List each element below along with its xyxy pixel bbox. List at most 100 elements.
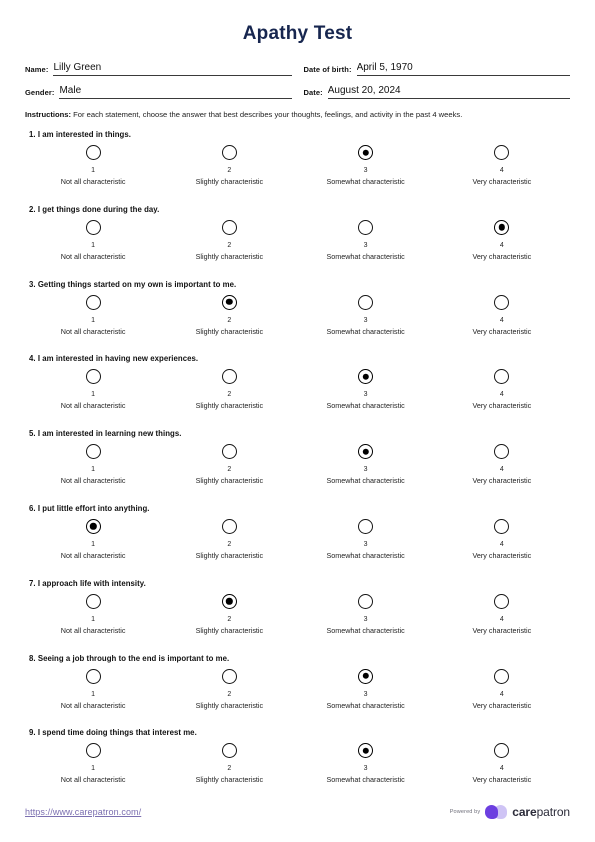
option-label: Slightly characteristic <box>195 326 264 336</box>
option-2[interactable]: 2 Slightly characteristic <box>161 593 297 635</box>
radio-empty-icon[interactable] <box>221 219 237 235</box>
option-label: Not all characteristic <box>60 251 126 261</box>
option-1[interactable]: 1 Not all characteristic <box>25 593 161 635</box>
option-3[interactable]: 3 Somewhat characteristic <box>298 444 434 485</box>
option-4[interactable]: 4 Very characteristic <box>434 743 570 784</box>
option-3[interactable]: 3 Somewhat characteristic <box>298 593 434 635</box>
radio-empty-icon[interactable] <box>85 743 101 759</box>
option-number: 4 <box>499 466 504 474</box>
radio-empty-icon[interactable] <box>85 145 101 160</box>
radio-empty-icon[interactable] <box>221 369 237 385</box>
radio-empty-icon[interactable] <box>85 444 101 460</box>
radio-empty-icon[interactable] <box>494 444 510 460</box>
option-number: 4 <box>499 765 504 773</box>
radio-empty-icon[interactable] <box>85 219 101 235</box>
option-1[interactable]: 1 Not all characteristic <box>25 518 161 560</box>
option-3[interactable]: 3 Somewhat characteristic <box>298 668 434 710</box>
option-group: 1 Not all characteristic 2 Slightly charact… <box>25 369 570 410</box>
option-1[interactable]: 1 Not all characteristic <box>25 145 161 186</box>
option-3[interactable]: 3 Somewhat characteristic <box>298 294 434 336</box>
option-1[interactable]: 1 Not all characteristic <box>25 294 161 336</box>
radio-selected-icon[interactable] <box>221 294 237 310</box>
option-1[interactable]: 1 Not all characteristic <box>25 668 161 710</box>
radio-selected-icon[interactable] <box>494 219 510 235</box>
radio-empty-icon[interactable] <box>85 294 101 310</box>
option-4[interactable]: 4 Very characteristic <box>434 593 570 635</box>
option-label: Slightly characteristic <box>195 700 264 710</box>
option-2[interactable]: 2 Slightly characteristic <box>161 145 297 186</box>
option-2[interactable]: 2 Slightly characteristic <box>161 444 297 485</box>
radio-empty-icon[interactable] <box>358 593 374 609</box>
option-number: 4 <box>499 540 504 548</box>
option-group: 1 Not all characteristic 2 Slightly charact… <box>25 219 570 261</box>
gender-input[interactable]: Male <box>59 85 292 99</box>
option-4[interactable]: 4 Very characteristic <box>434 444 570 485</box>
option-4[interactable]: 4 Very characteristic <box>434 518 570 560</box>
option-label: Slightly characteristic <box>195 177 264 186</box>
option-number: 2 <box>227 167 232 174</box>
option-2[interactable]: 2 Slightly characteristic <box>161 743 297 784</box>
option-number: 4 <box>499 615 504 623</box>
radio-empty-icon[interactable] <box>221 444 237 460</box>
radio-empty-icon[interactable] <box>221 145 237 160</box>
radio-empty-icon[interactable] <box>494 668 510 684</box>
radio-selected-icon[interactable] <box>85 518 101 534</box>
option-label: Slightly characteristic <box>195 401 264 411</box>
option-3[interactable]: 3 Somewhat characteristic <box>298 219 434 261</box>
date-input[interactable]: August 20, 2024 <box>327 85 570 99</box>
radio-empty-icon[interactable] <box>221 518 237 534</box>
radio-empty-icon[interactable] <box>85 369 101 385</box>
option-3[interactable]: 3 Somewhat characteristic <box>298 369 434 410</box>
radio-empty-icon[interactable] <box>358 518 374 534</box>
carepatron-url-link[interactable]: https://www.carepatron.com/ <box>25 807 141 817</box>
option-4[interactable]: 4 Very characteristic <box>434 145 570 186</box>
radio-selected-icon[interactable] <box>358 668 374 684</box>
radio-empty-icon[interactable] <box>85 668 101 684</box>
option-number: 3 <box>363 540 368 548</box>
question-text: 9. I spend time doing things that intere… <box>29 728 197 738</box>
radio-empty-icon[interactable] <box>221 743 237 759</box>
radio-selected-icon[interactable] <box>358 145 374 160</box>
radio-empty-icon[interactable] <box>494 294 510 310</box>
radio-selected-icon[interactable] <box>358 444 374 460</box>
option-2[interactable]: 2 Slightly characteristic <box>161 518 297 560</box>
radio-empty-icon[interactable] <box>494 145 510 160</box>
option-1[interactable]: 1 Not all characteristic <box>25 743 161 784</box>
radio-empty-icon[interactable] <box>494 743 510 759</box>
option-1[interactable]: 1 Not all characteristic <box>25 444 161 485</box>
option-label: Slightly characteristic <box>195 775 264 785</box>
option-2[interactable]: 2 Slightly characteristic <box>161 219 297 261</box>
radio-empty-icon[interactable] <box>358 219 374 235</box>
option-3[interactable]: 3 Somewhat characteristic <box>298 145 434 186</box>
option-2[interactable]: 2 Slightly characteristic <box>161 369 297 410</box>
radio-empty-icon[interactable] <box>358 294 374 310</box>
option-number: 3 <box>363 615 368 623</box>
question-item: 5. I am interested in learning new thing… <box>0 428 595 503</box>
radio-empty-icon[interactable] <box>494 593 510 609</box>
option-4[interactable]: 4 Very characteristic <box>434 219 570 261</box>
name-input[interactable]: Lilly Green <box>53 62 292 76</box>
radio-empty-icon[interactable] <box>494 369 510 385</box>
option-number: 1 <box>91 466 96 474</box>
question-item: 7. I approach life with intensity. 1 Not a… <box>0 578 595 653</box>
option-4[interactable]: 4 Very characteristic <box>434 294 570 336</box>
radio-selected-icon[interactable] <box>221 593 237 609</box>
option-number: 3 <box>363 690 368 698</box>
option-number: 1 <box>91 690 96 698</box>
option-2[interactable]: 2 Slightly characteristic <box>161 668 297 710</box>
radio-selected-icon[interactable] <box>358 369 374 385</box>
radio-selected-icon[interactable] <box>358 743 374 759</box>
option-4[interactable]: 4 Very characteristic <box>434 369 570 410</box>
option-3[interactable]: 3 Somewhat characteristic <box>298 518 434 560</box>
option-1[interactable]: 1 Not all characteristic <box>25 369 161 410</box>
radio-empty-icon[interactable] <box>494 518 510 534</box>
option-4[interactable]: 4 Very characteristic <box>434 668 570 710</box>
option-2[interactable]: 2 Slightly characteristic <box>161 294 297 336</box>
option-number: 4 <box>499 167 504 174</box>
radio-empty-icon[interactable] <box>221 668 237 684</box>
page-footer: https://www.carepatron.com/ Powered by c… <box>25 804 570 820</box>
dob-input[interactable]: April 5, 1970 <box>356 62 570 76</box>
option-3[interactable]: 3 Somewhat characteristic <box>298 743 434 784</box>
radio-empty-icon[interactable] <box>85 593 101 609</box>
option-1[interactable]: 1 Not all characteristic <box>25 219 161 261</box>
